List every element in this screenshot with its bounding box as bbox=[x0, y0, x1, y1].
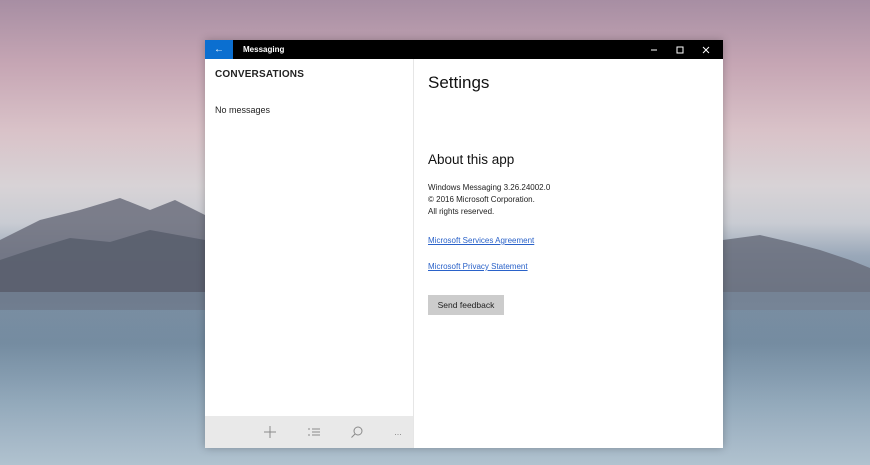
conversations-heading: CONVERSATIONS bbox=[215, 69, 305, 80]
send-feedback-button[interactable]: Send feedback bbox=[428, 295, 504, 315]
settings-pane: Settings About this app Windows Messagin… bbox=[414, 59, 723, 448]
messaging-window: ← Messaging CONVERSATIONS No messages ..… bbox=[205, 40, 723, 448]
minimize-button[interactable] bbox=[641, 40, 667, 59]
privacy-statement-link[interactable]: Microsoft Privacy Statement bbox=[428, 262, 528, 271]
back-button[interactable]: ← bbox=[205, 40, 233, 59]
maximize-button[interactable] bbox=[667, 40, 693, 59]
copyright-text: © 2016 Microsoft Corporation. bbox=[428, 195, 535, 204]
settings-heading: Settings bbox=[428, 73, 490, 92]
about-heading: About this app bbox=[428, 152, 515, 167]
search-icon bbox=[351, 426, 363, 438]
close-button[interactable] bbox=[693, 40, 719, 59]
back-arrow-icon: ← bbox=[214, 44, 224, 55]
conversations-toolbar: ... bbox=[205, 416, 413, 448]
maximize-icon bbox=[676, 46, 684, 53]
app-title: Messaging bbox=[243, 45, 285, 54]
select-button[interactable] bbox=[306, 424, 322, 440]
window-controls bbox=[641, 40, 719, 59]
empty-conversations-text: No messages bbox=[215, 105, 271, 115]
search-button[interactable] bbox=[349, 424, 365, 440]
more-icon: ... bbox=[394, 427, 402, 437]
services-agreement-link[interactable]: Microsoft Services Agreement bbox=[428, 236, 534, 245]
close-icon bbox=[702, 46, 710, 53]
app-version-text: Windows Messaging 3.26.24002.0 bbox=[428, 183, 551, 192]
conversations-pane: CONVERSATIONS No messages ... bbox=[205, 59, 414, 448]
rights-text: All rights reserved. bbox=[428, 207, 495, 216]
title-bar: ← Messaging bbox=[205, 40, 723, 59]
minimize-icon bbox=[651, 49, 657, 50]
new-message-button[interactable] bbox=[262, 424, 278, 440]
more-button[interactable]: ... bbox=[390, 424, 406, 440]
add-icon bbox=[264, 426, 276, 438]
select-icon bbox=[308, 428, 320, 436]
